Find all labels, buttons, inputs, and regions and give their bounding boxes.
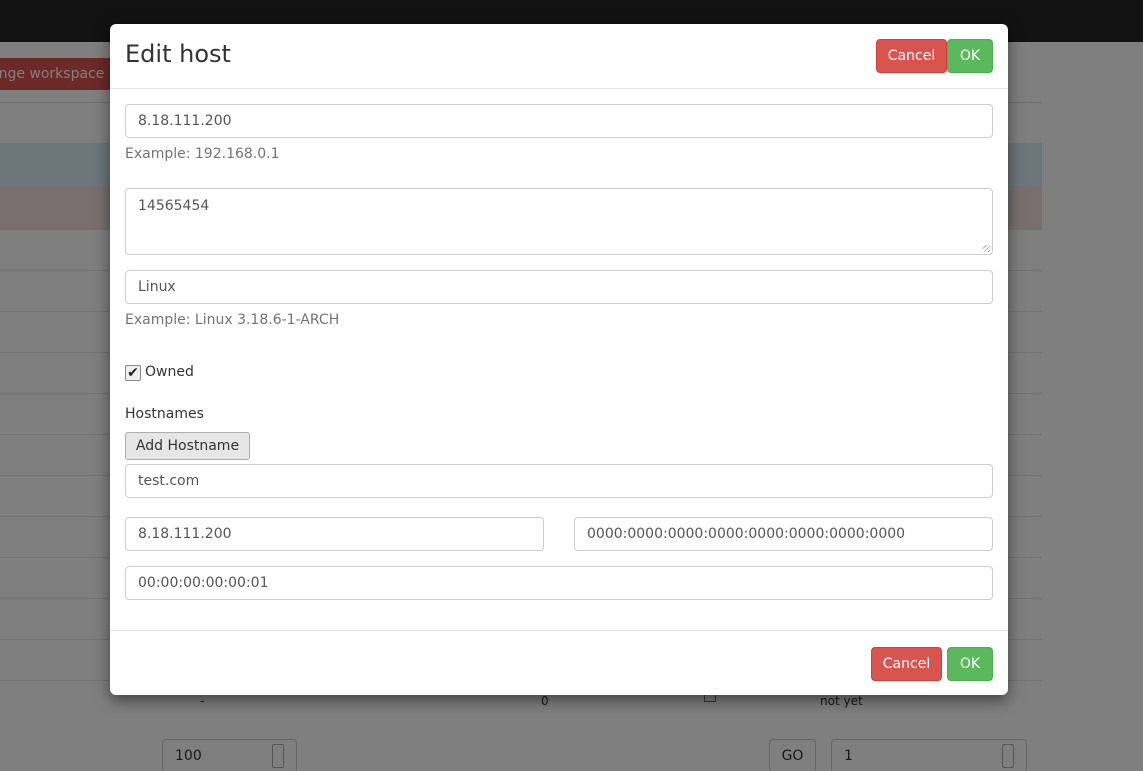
description-textarea[interactable]: 14565454 bbox=[125, 188, 993, 255]
description-value: 14565454 bbox=[138, 198, 210, 214]
ipv6-input[interactable]: 0000:0000:0000:0000:0000:0000:0000:0000 bbox=[574, 517, 993, 551]
cancel-button[interactable]: Cancel bbox=[876, 39, 947, 73]
ipv4-value: 8.18.111.200 bbox=[138, 526, 232, 542]
checkmark-icon: ✔ bbox=[127, 365, 139, 381]
mac-input[interactable]: 00:00:00:00:00:01 bbox=[125, 566, 993, 600]
os-value: Linux bbox=[138, 279, 176, 295]
ip-input[interactable]: 8.18.111.200 bbox=[125, 104, 993, 138]
modal-title: Edit host bbox=[125, 40, 231, 68]
ok-button[interactable]: OK bbox=[947, 39, 993, 73]
os-input[interactable]: Linux bbox=[125, 270, 993, 304]
owned-label: Owned bbox=[145, 364, 194, 380]
ipv4-input[interactable]: 8.18.111.200 bbox=[125, 517, 544, 551]
ip-help-text: Example: 192.168.0.1 bbox=[125, 146, 280, 162]
os-help-text: Example: Linux 3.18.6-1-ARCH bbox=[125, 312, 340, 328]
ipv6-value: 0000:0000:0000:0000:0000:0000:0000:0000 bbox=[587, 526, 906, 542]
hostnames-label: Hostnames bbox=[125, 406, 204, 422]
hostname-value: test.com bbox=[138, 473, 200, 489]
hostname-input[interactable]: test.com bbox=[125, 464, 993, 498]
cancel-button[interactable]: Cancel bbox=[871, 647, 942, 681]
add-hostname-button[interactable]: Add Hostname bbox=[125, 432, 250, 460]
ip-value: 8.18.111.200 bbox=[138, 113, 232, 129]
modal-header: Edit host Cancel OK bbox=[110, 24, 1008, 89]
resize-grip-icon[interactable] bbox=[983, 245, 990, 252]
ok-button[interactable]: OK bbox=[947, 647, 993, 681]
mac-value: 00:00:00:00:00:01 bbox=[138, 575, 269, 591]
modal-footer: Cancel OK bbox=[110, 630, 1008, 695]
owned-checkbox[interactable]: ✔ bbox=[125, 365, 141, 381]
edit-host-dialog: Edit host Cancel OK 8.18.111.200 Example… bbox=[110, 24, 1008, 695]
